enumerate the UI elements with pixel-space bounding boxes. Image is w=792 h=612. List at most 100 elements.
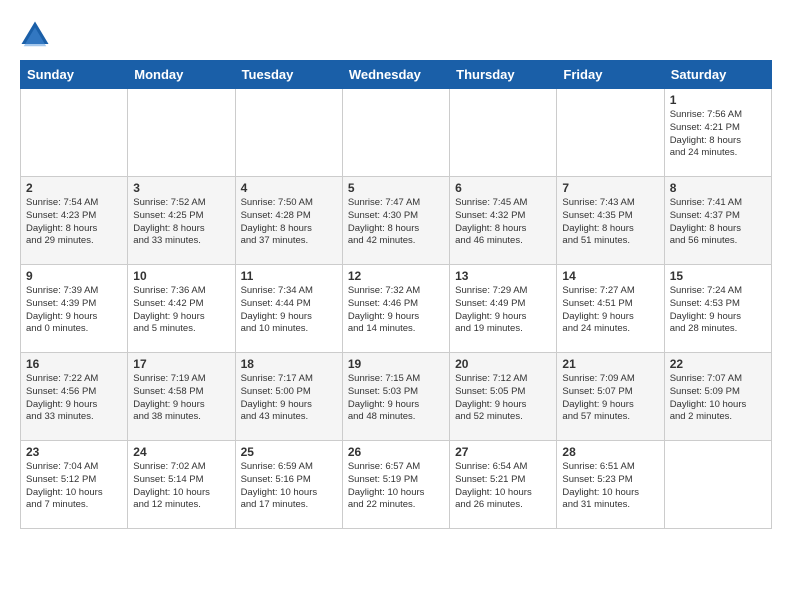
day-number: 9 (26, 269, 122, 283)
calendar-cell: 9 Sunrise: 7:39 AM Sunset: 4:39 PM Daylig… (21, 265, 128, 353)
day-number: 10 (133, 269, 229, 283)
day-number: 15 (670, 269, 766, 283)
weekday-header-thursday: Thursday (450, 61, 557, 89)
day-info: Sunrise: 7:47 AM Sunset: 4:30 PM Dayligh… (348, 197, 444, 248)
calendar-cell (235, 89, 342, 177)
day-number: 14 (562, 269, 658, 283)
calendar-cell: 19 Sunrise: 7:15 AM Sunset: 5:03 PM Dayli… (342, 353, 449, 441)
day-number: 2 (26, 181, 122, 195)
calendar-cell: 23 Sunrise: 7:04 AM Sunset: 5:12 PM Dayli… (21, 441, 128, 529)
calendar-cell: 18 Sunrise: 7:17 AM Sunset: 5:00 PM Dayli… (235, 353, 342, 441)
day-number: 23 (26, 445, 122, 459)
day-info: Sunrise: 7:19 AM Sunset: 4:58 PM Dayligh… (133, 373, 229, 424)
day-info: Sunrise: 7:34 AM Sunset: 4:44 PM Dayligh… (241, 285, 337, 336)
calendar-cell (557, 89, 664, 177)
calendar-cell: 25 Sunrise: 6:59 AM Sunset: 5:16 PM Dayli… (235, 441, 342, 529)
day-info: Sunrise: 7:24 AM Sunset: 4:53 PM Dayligh… (670, 285, 766, 336)
calendar-cell (664, 441, 771, 529)
day-info: Sunrise: 7:17 AM Sunset: 5:00 PM Dayligh… (241, 373, 337, 424)
day-number: 11 (241, 269, 337, 283)
calendar-cell: 22 Sunrise: 7:07 AM Sunset: 5:09 PM Dayli… (664, 353, 771, 441)
calendar-cell: 1 Sunrise: 7:56 AM Sunset: 4:21 PM Daylig… (664, 89, 771, 177)
day-number: 16 (26, 357, 122, 371)
day-number: 18 (241, 357, 337, 371)
calendar-cell: 6 Sunrise: 7:45 AM Sunset: 4:32 PM Daylig… (450, 177, 557, 265)
day-number: 4 (241, 181, 337, 195)
calendar-cell: 7 Sunrise: 7:43 AM Sunset: 4:35 PM Daylig… (557, 177, 664, 265)
day-number: 3 (133, 181, 229, 195)
weekday-header-friday: Friday (557, 61, 664, 89)
day-info: Sunrise: 7:32 AM Sunset: 4:46 PM Dayligh… (348, 285, 444, 336)
calendar-cell: 10 Sunrise: 7:36 AM Sunset: 4:42 PM Dayli… (128, 265, 235, 353)
week-row-3: 9 Sunrise: 7:39 AM Sunset: 4:39 PM Daylig… (21, 265, 772, 353)
weekday-header-row: SundayMondayTuesdayWednesdayThursdayFrid… (21, 61, 772, 89)
calendar-cell: 8 Sunrise: 7:41 AM Sunset: 4:37 PM Daylig… (664, 177, 771, 265)
day-info: Sunrise: 7:07 AM Sunset: 5:09 PM Dayligh… (670, 373, 766, 424)
header (20, 20, 772, 50)
calendar-cell: 11 Sunrise: 7:34 AM Sunset: 4:44 PM Dayli… (235, 265, 342, 353)
day-number: 8 (670, 181, 766, 195)
weekday-header-tuesday: Tuesday (235, 61, 342, 89)
day-info: Sunrise: 6:59 AM Sunset: 5:16 PM Dayligh… (241, 461, 337, 512)
day-number: 22 (670, 357, 766, 371)
day-number: 19 (348, 357, 444, 371)
calendar-cell: 20 Sunrise: 7:12 AM Sunset: 5:05 PM Dayli… (450, 353, 557, 441)
day-number: 21 (562, 357, 658, 371)
day-info: Sunrise: 6:57 AM Sunset: 5:19 PM Dayligh… (348, 461, 444, 512)
day-info: Sunrise: 7:39 AM Sunset: 4:39 PM Dayligh… (26, 285, 122, 336)
weekday-header-sunday: Sunday (21, 61, 128, 89)
week-row-2: 2 Sunrise: 7:54 AM Sunset: 4:23 PM Daylig… (21, 177, 772, 265)
day-info: Sunrise: 7:09 AM Sunset: 5:07 PM Dayligh… (562, 373, 658, 424)
day-number: 13 (455, 269, 551, 283)
calendar-cell: 3 Sunrise: 7:52 AM Sunset: 4:25 PM Daylig… (128, 177, 235, 265)
day-info: Sunrise: 7:56 AM Sunset: 4:21 PM Dayligh… (670, 109, 766, 160)
calendar-cell: 15 Sunrise: 7:24 AM Sunset: 4:53 PM Dayli… (664, 265, 771, 353)
day-number: 5 (348, 181, 444, 195)
day-info: Sunrise: 7:54 AM Sunset: 4:23 PM Dayligh… (26, 197, 122, 248)
day-info: Sunrise: 7:15 AM Sunset: 5:03 PM Dayligh… (348, 373, 444, 424)
calendar-cell: 14 Sunrise: 7:27 AM Sunset: 4:51 PM Dayli… (557, 265, 664, 353)
calendar-cell: 17 Sunrise: 7:19 AM Sunset: 4:58 PM Dayli… (128, 353, 235, 441)
logo-icon (20, 20, 50, 50)
day-info: Sunrise: 7:52 AM Sunset: 4:25 PM Dayligh… (133, 197, 229, 248)
day-info: Sunrise: 7:45 AM Sunset: 4:32 PM Dayligh… (455, 197, 551, 248)
calendar-cell: 24Sunrise: 7:02 AM Sunset: 5:14 PM Dayli… (128, 441, 235, 529)
calendar-cell: 26 Sunrise: 6:57 AM Sunset: 5:19 PM Dayli… (342, 441, 449, 529)
weekday-header-wednesday: Wednesday (342, 61, 449, 89)
day-info: Sunrise: 7:04 AM Sunset: 5:12 PM Dayligh… (26, 461, 122, 512)
day-info: Sunrise: 7:02 AM Sunset: 5:14 PM Dayligh… (133, 461, 229, 512)
calendar-cell (128, 89, 235, 177)
day-number: 17 (133, 357, 229, 371)
day-number: 7 (562, 181, 658, 195)
calendar-cell: 16 Sunrise: 7:22 AM Sunset: 4:56 PM Dayli… (21, 353, 128, 441)
calendar-body: 1 Sunrise: 7:56 AM Sunset: 4:21 PM Daylig… (21, 89, 772, 529)
page-container: SundayMondayTuesdayWednesdayThursdayFrid… (20, 20, 772, 529)
day-number: 20 (455, 357, 551, 371)
day-info: Sunrise: 7:50 AM Sunset: 4:28 PM Dayligh… (241, 197, 337, 248)
day-info: Sunrise: 7:22 AM Sunset: 4:56 PM Dayligh… (26, 373, 122, 424)
calendar-cell: 2 Sunrise: 7:54 AM Sunset: 4:23 PM Daylig… (21, 177, 128, 265)
weekday-header-saturday: Saturday (664, 61, 771, 89)
day-info: Sunrise: 6:51 AM Sunset: 5:23 PM Dayligh… (562, 461, 658, 512)
calendar-cell: 5 Sunrise: 7:47 AM Sunset: 4:30 PM Daylig… (342, 177, 449, 265)
day-info: Sunrise: 7:27 AM Sunset: 4:51 PM Dayligh… (562, 285, 658, 336)
calendar-cell: 12Sunrise: 7:32 AM Sunset: 4:46 PM Dayli… (342, 265, 449, 353)
day-info: Sunrise: 7:36 AM Sunset: 4:42 PM Dayligh… (133, 285, 229, 336)
day-number: 26 (348, 445, 444, 459)
day-number: 27 (455, 445, 551, 459)
day-info: Sunrise: 7:43 AM Sunset: 4:35 PM Dayligh… (562, 197, 658, 248)
day-number: 25 (241, 445, 337, 459)
day-number: 6 (455, 181, 551, 195)
day-number: 1 (670, 93, 766, 107)
logo (20, 20, 54, 50)
day-info: Sunrise: 7:29 AM Sunset: 4:49 PM Dayligh… (455, 285, 551, 336)
calendar-cell: 4 Sunrise: 7:50 AM Sunset: 4:28 PM Daylig… (235, 177, 342, 265)
day-info: Sunrise: 6:54 AM Sunset: 5:21 PM Dayligh… (455, 461, 551, 512)
calendar-cell (342, 89, 449, 177)
day-info: Sunrise: 7:41 AM Sunset: 4:37 PM Dayligh… (670, 197, 766, 248)
calendar-cell (450, 89, 557, 177)
day-info: Sunrise: 7:12 AM Sunset: 5:05 PM Dayligh… (455, 373, 551, 424)
calendar-cell: 27 Sunrise: 6:54 AM Sunset: 5:21 PM Dayli… (450, 441, 557, 529)
weekday-header-monday: Monday (128, 61, 235, 89)
week-row-5: 23 Sunrise: 7:04 AM Sunset: 5:12 PM Dayli… (21, 441, 772, 529)
